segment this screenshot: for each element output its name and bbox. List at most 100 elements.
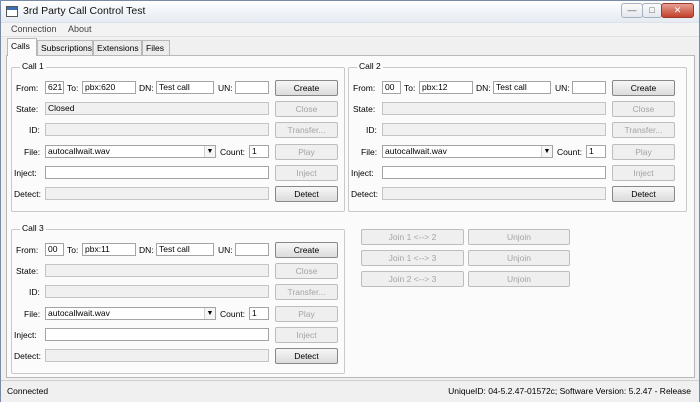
inject-input[interactable] bbox=[45, 328, 269, 341]
transfer-button[interactable]: Transfer... bbox=[275, 122, 338, 138]
inject-label: Inject: bbox=[14, 168, 37, 178]
title-bar[interactable]: 3rd Party Call Control Test — □ ✕ bbox=[1, 1, 699, 23]
file-select[interactable]: autocallwait.wav ▼ bbox=[45, 307, 216, 320]
tab-label: Files bbox=[146, 43, 164, 53]
unjoin-1-3-button[interactable]: Unjoin bbox=[468, 250, 570, 266]
detect-button[interactable]: Detect bbox=[612, 186, 675, 202]
tab-calls[interactable]: Calls bbox=[7, 38, 37, 56]
inject-button[interactable]: Inject bbox=[275, 165, 338, 181]
status-bar: Connected UniqueID: 04-5.2.47-01572c; So… bbox=[1, 380, 699, 402]
inject-input[interactable] bbox=[45, 166, 269, 179]
menu-about[interactable]: About bbox=[68, 24, 92, 34]
from-label: From: bbox=[16, 83, 39, 93]
call-2-group: Call 2 From: 00 To: pbx:12 DN: Test call… bbox=[348, 61, 687, 212]
transfer-button[interactable]: Transfer... bbox=[612, 122, 675, 138]
detect-input[interactable] bbox=[45, 187, 269, 200]
window-title: 3rd Party Call Control Test bbox=[23, 5, 146, 17]
from-input[interactable]: 00 bbox=[45, 243, 64, 256]
un-input[interactable] bbox=[235, 243, 269, 256]
transfer-button[interactable]: Transfer... bbox=[275, 284, 338, 300]
un-label: UN: bbox=[218, 245, 233, 255]
count-input[interactable]: 1 bbox=[249, 145, 269, 158]
count-label: Count: bbox=[220, 147, 246, 157]
create-button[interactable]: Create bbox=[275, 242, 338, 258]
un-input[interactable] bbox=[235, 81, 269, 94]
join-1-3-button[interactable]: Join 1 <--> 3 bbox=[361, 250, 464, 266]
play-button[interactable]: Play bbox=[612, 144, 675, 160]
maximize-button[interactable]: □ bbox=[642, 3, 662, 18]
from-input[interactable]: 00 bbox=[382, 81, 401, 94]
calls-tab-panel: Call 1 From: 621 To: pbx:620 DN: Test ca… bbox=[6, 55, 695, 378]
play-button[interactable]: Play bbox=[275, 306, 338, 322]
state-field bbox=[382, 102, 606, 115]
inject-label: Inject: bbox=[14, 330, 37, 340]
from-input[interactable]: 621 bbox=[45, 81, 64, 94]
to-input[interactable]: pbx:12 bbox=[419, 81, 473, 94]
file-label: File: bbox=[24, 309, 41, 319]
state-label: State: bbox=[353, 104, 376, 114]
count-input[interactable]: 1 bbox=[249, 307, 269, 320]
count-input[interactable]: 1 bbox=[586, 145, 606, 158]
dn-input[interactable]: Test call bbox=[156, 243, 214, 256]
id-label: ID: bbox=[366, 125, 377, 135]
tab-label: Subscriptions bbox=[41, 43, 93, 53]
close-button[interactable]: Close bbox=[275, 101, 338, 117]
id-field bbox=[382, 123, 606, 136]
count-label: Count: bbox=[557, 147, 583, 157]
detect-label: Detect: bbox=[14, 351, 41, 361]
unjoin-1-2-button[interactable]: Unjoin bbox=[468, 229, 570, 245]
dn-input[interactable]: Test call bbox=[493, 81, 551, 94]
chevron-down-icon[interactable]: ▼ bbox=[541, 146, 552, 157]
group-title: Call 3 bbox=[20, 223, 46, 233]
count-label: Count: bbox=[220, 309, 246, 319]
create-button[interactable]: Create bbox=[612, 80, 675, 96]
dn-label: DN: bbox=[139, 83, 154, 93]
call-3-group: Call 3 From: 00 To: pbx:11 DN: Test call… bbox=[11, 223, 345, 374]
to-label: To: bbox=[67, 83, 79, 93]
from-label: From: bbox=[353, 83, 376, 93]
to-label: To: bbox=[404, 83, 416, 93]
file-select[interactable]: autocallwait.wav ▼ bbox=[382, 145, 553, 158]
inject-button[interactable]: Inject bbox=[275, 327, 338, 343]
close-button[interactable]: Close bbox=[275, 263, 338, 279]
join-1-2-button[interactable]: Join 1 <--> 2 bbox=[361, 229, 464, 245]
create-button[interactable]: Create bbox=[275, 80, 338, 96]
to-input[interactable]: pbx:620 bbox=[82, 81, 136, 94]
detect-label: Detect: bbox=[14, 189, 41, 199]
un-label: UN: bbox=[555, 83, 570, 93]
close-button[interactable]: Close bbox=[612, 101, 675, 117]
chevron-down-icon[interactable]: ▼ bbox=[204, 308, 215, 319]
detect-label: Detect: bbox=[351, 189, 378, 199]
inject-input[interactable] bbox=[382, 166, 606, 179]
tab-label: Extensions bbox=[97, 43, 139, 53]
inject-button[interactable]: Inject bbox=[612, 165, 675, 181]
file-select[interactable]: autocallwait.wav ▼ bbox=[45, 145, 216, 158]
dn-input[interactable]: Test call bbox=[156, 81, 214, 94]
chevron-down-icon[interactable]: ▼ bbox=[204, 146, 215, 157]
un-label: UN: bbox=[218, 83, 233, 93]
minimize-button[interactable]: — bbox=[621, 3, 643, 18]
un-input[interactable] bbox=[572, 81, 606, 94]
join-2-3-button[interactable]: Join 2 <--> 3 bbox=[361, 271, 464, 287]
file-label: File: bbox=[361, 147, 378, 157]
close-window-button[interactable]: ✕ bbox=[661, 3, 694, 18]
tab-subscriptions[interactable]: Subscriptions bbox=[37, 40, 93, 55]
id-label: ID: bbox=[29, 287, 40, 297]
detect-input[interactable] bbox=[45, 349, 269, 362]
file-select-value: autocallwait.wav bbox=[48, 308, 110, 318]
app-icon bbox=[6, 6, 18, 17]
state-label: State: bbox=[16, 104, 39, 114]
detect-input[interactable] bbox=[382, 187, 606, 200]
file-select-value: autocallwait.wav bbox=[48, 146, 110, 156]
play-button[interactable]: Play bbox=[275, 144, 338, 160]
id-field bbox=[45, 123, 269, 136]
tab-label: Calls bbox=[11, 41, 30, 51]
tab-files[interactable]: Files bbox=[142, 40, 170, 55]
to-input[interactable]: pbx:11 bbox=[82, 243, 136, 256]
detect-button[interactable]: Detect bbox=[275, 348, 338, 364]
detect-button[interactable]: Detect bbox=[275, 186, 338, 202]
file-label: File: bbox=[24, 147, 41, 157]
tab-extensions[interactable]: Extensions bbox=[93, 40, 142, 55]
menu-connection[interactable]: Connection bbox=[11, 24, 57, 34]
unjoin-2-3-button[interactable]: Unjoin bbox=[468, 271, 570, 287]
